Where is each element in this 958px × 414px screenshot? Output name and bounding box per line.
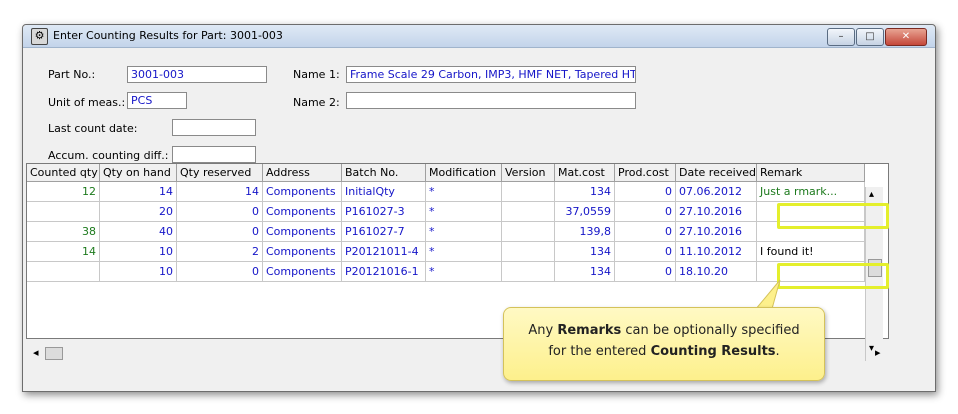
horizontal-scroll-thumb[interactable] [45,347,63,360]
maximize-button[interactable]: □ [856,28,884,46]
cell-date-received: 27.10.2016 [676,222,757,242]
cell-batch-no: P161027-3 [342,202,426,222]
cell-counted-qty[interactable]: 14 [27,242,100,262]
cell-modification: * [426,182,502,202]
col-header-qty-reserved[interactable]: Qty reserved [177,164,263,182]
col-header-counted-qty[interactable]: Counted qty [27,164,100,182]
scroll-right-icon[interactable]: ▸ [875,346,881,359]
name1-label: Name 1: [293,68,340,81]
scroll-up-icon[interactable]: ▴ [869,189,874,200]
col-header-date-received[interactable]: Date received [676,164,757,182]
cell-qty-on-hand: 40 [100,222,177,242]
name2-field[interactable] [346,92,636,109]
cell-version [502,182,555,202]
col-header-prod-cost[interactable]: Prod.cost [615,164,676,182]
window-title: Enter Counting Results for Part: 3001-00… [53,29,283,42]
callout-line-1: Any Remarks can be optionally specified [528,323,800,338]
cell-modification: * [426,242,502,262]
cell-qty-reserved: 0 [177,262,263,282]
app-gear-icon: ⚙ [31,28,48,45]
cell-qty-on-hand: 10 [100,262,177,282]
part-no-field[interactable]: 3001-003 [127,66,267,83]
cell-date-received: 27.10.2016 [676,202,757,222]
accum-diff-label: Accum. counting diff.: [48,149,169,162]
cell-remark-editing[interactable]: I found it! [757,242,865,262]
col-header-mat-cost[interactable]: Mat.cost [555,164,615,182]
name2-label: Name 2: [293,96,340,109]
col-header-modification[interactable]: Modification [426,164,502,182]
scroll-left-icon[interactable]: ◂ [33,346,39,359]
cell-mat-cost: 139,8 [555,222,615,242]
cell-mat-cost: 134 [555,242,615,262]
cell-address: Components [263,222,342,242]
cell-modification: * [426,202,502,222]
col-header-version[interactable]: Version [502,164,555,182]
cell-prod-cost: 0 [615,222,676,242]
callout-line-2: for the entered Counting Results. [548,344,780,359]
cell-date-received: 07.06.2012 [676,182,757,202]
cell-prod-cost: 0 [615,202,676,222]
accum-diff-field[interactable] [172,146,256,163]
minimize-button[interactable]: – [827,28,855,46]
cell-qty-reserved: 0 [177,202,263,222]
cell-counted-qty[interactable] [27,262,100,282]
cell-version [502,222,555,242]
col-header-remark[interactable]: Remark [757,164,865,182]
cell-address: Components [263,262,342,282]
cell-modification: * [426,262,502,282]
cell-address: Components [263,242,342,262]
cell-batch-no: P20121011-4 [342,242,426,262]
cell-version [502,262,555,282]
name1-field[interactable]: Frame Scale 29 Carbon, IMP3, HMF NET, Ta… [346,66,636,83]
col-header-address[interactable]: Address [263,164,342,182]
cell-qty-on-hand: 14 [100,182,177,202]
scroll-down-icon[interactable]: ▾ [869,343,874,354]
cell-qty-reserved: 2 [177,242,263,262]
cell-mat-cost: 134 [555,262,615,282]
cell-qty-reserved: 14 [177,182,263,202]
cell-remark[interactable]: Just a rmark... [757,182,865,202]
col-header-qty-on-hand[interactable]: Qty on hand [100,164,177,182]
cell-modification: * [426,222,502,242]
cell-version [502,242,555,262]
cell-date-received: 11.10.2012 [676,242,757,262]
cell-batch-no: P20121016-1 [342,262,426,282]
cell-version [502,202,555,222]
cell-counted-qty[interactable]: 12 [27,182,100,202]
unit-label: Unit of meas.: [48,96,126,109]
cell-prod-cost: 0 [615,262,676,282]
remarks-callout: Any Remarks can be optionally specified … [503,307,825,381]
remark-highlight-1 [777,203,889,229]
last-count-date-field[interactable] [172,119,256,136]
close-button[interactable]: ✕ [885,28,927,46]
cell-prod-cost: 0 [615,182,676,202]
title-bar[interactable]: ⚙ Enter Counting Results for Part: 3001-… [23,25,935,48]
col-header-batch-no[interactable]: Batch No. [342,164,426,182]
unit-field[interactable]: PCS [127,92,187,109]
cell-qty-on-hand: 10 [100,242,177,262]
part-no-label: Part No.: [48,68,96,81]
cell-qty-on-hand: 20 [100,202,177,222]
cell-batch-no: InitialQty [342,182,426,202]
cell-batch-no: P161027-7 [342,222,426,242]
cell-address: Components [263,202,342,222]
cell-mat-cost: 134 [555,182,615,202]
cell-prod-cost: 0 [615,242,676,262]
cell-mat-cost: 37,0559 [555,202,615,222]
cell-address: Components [263,182,342,202]
cell-counted-qty[interactable]: 38 [27,222,100,242]
cell-qty-reserved: 0 [177,222,263,242]
cell-counted-qty[interactable] [27,202,100,222]
last-count-date-label: Last count date: [48,122,138,135]
